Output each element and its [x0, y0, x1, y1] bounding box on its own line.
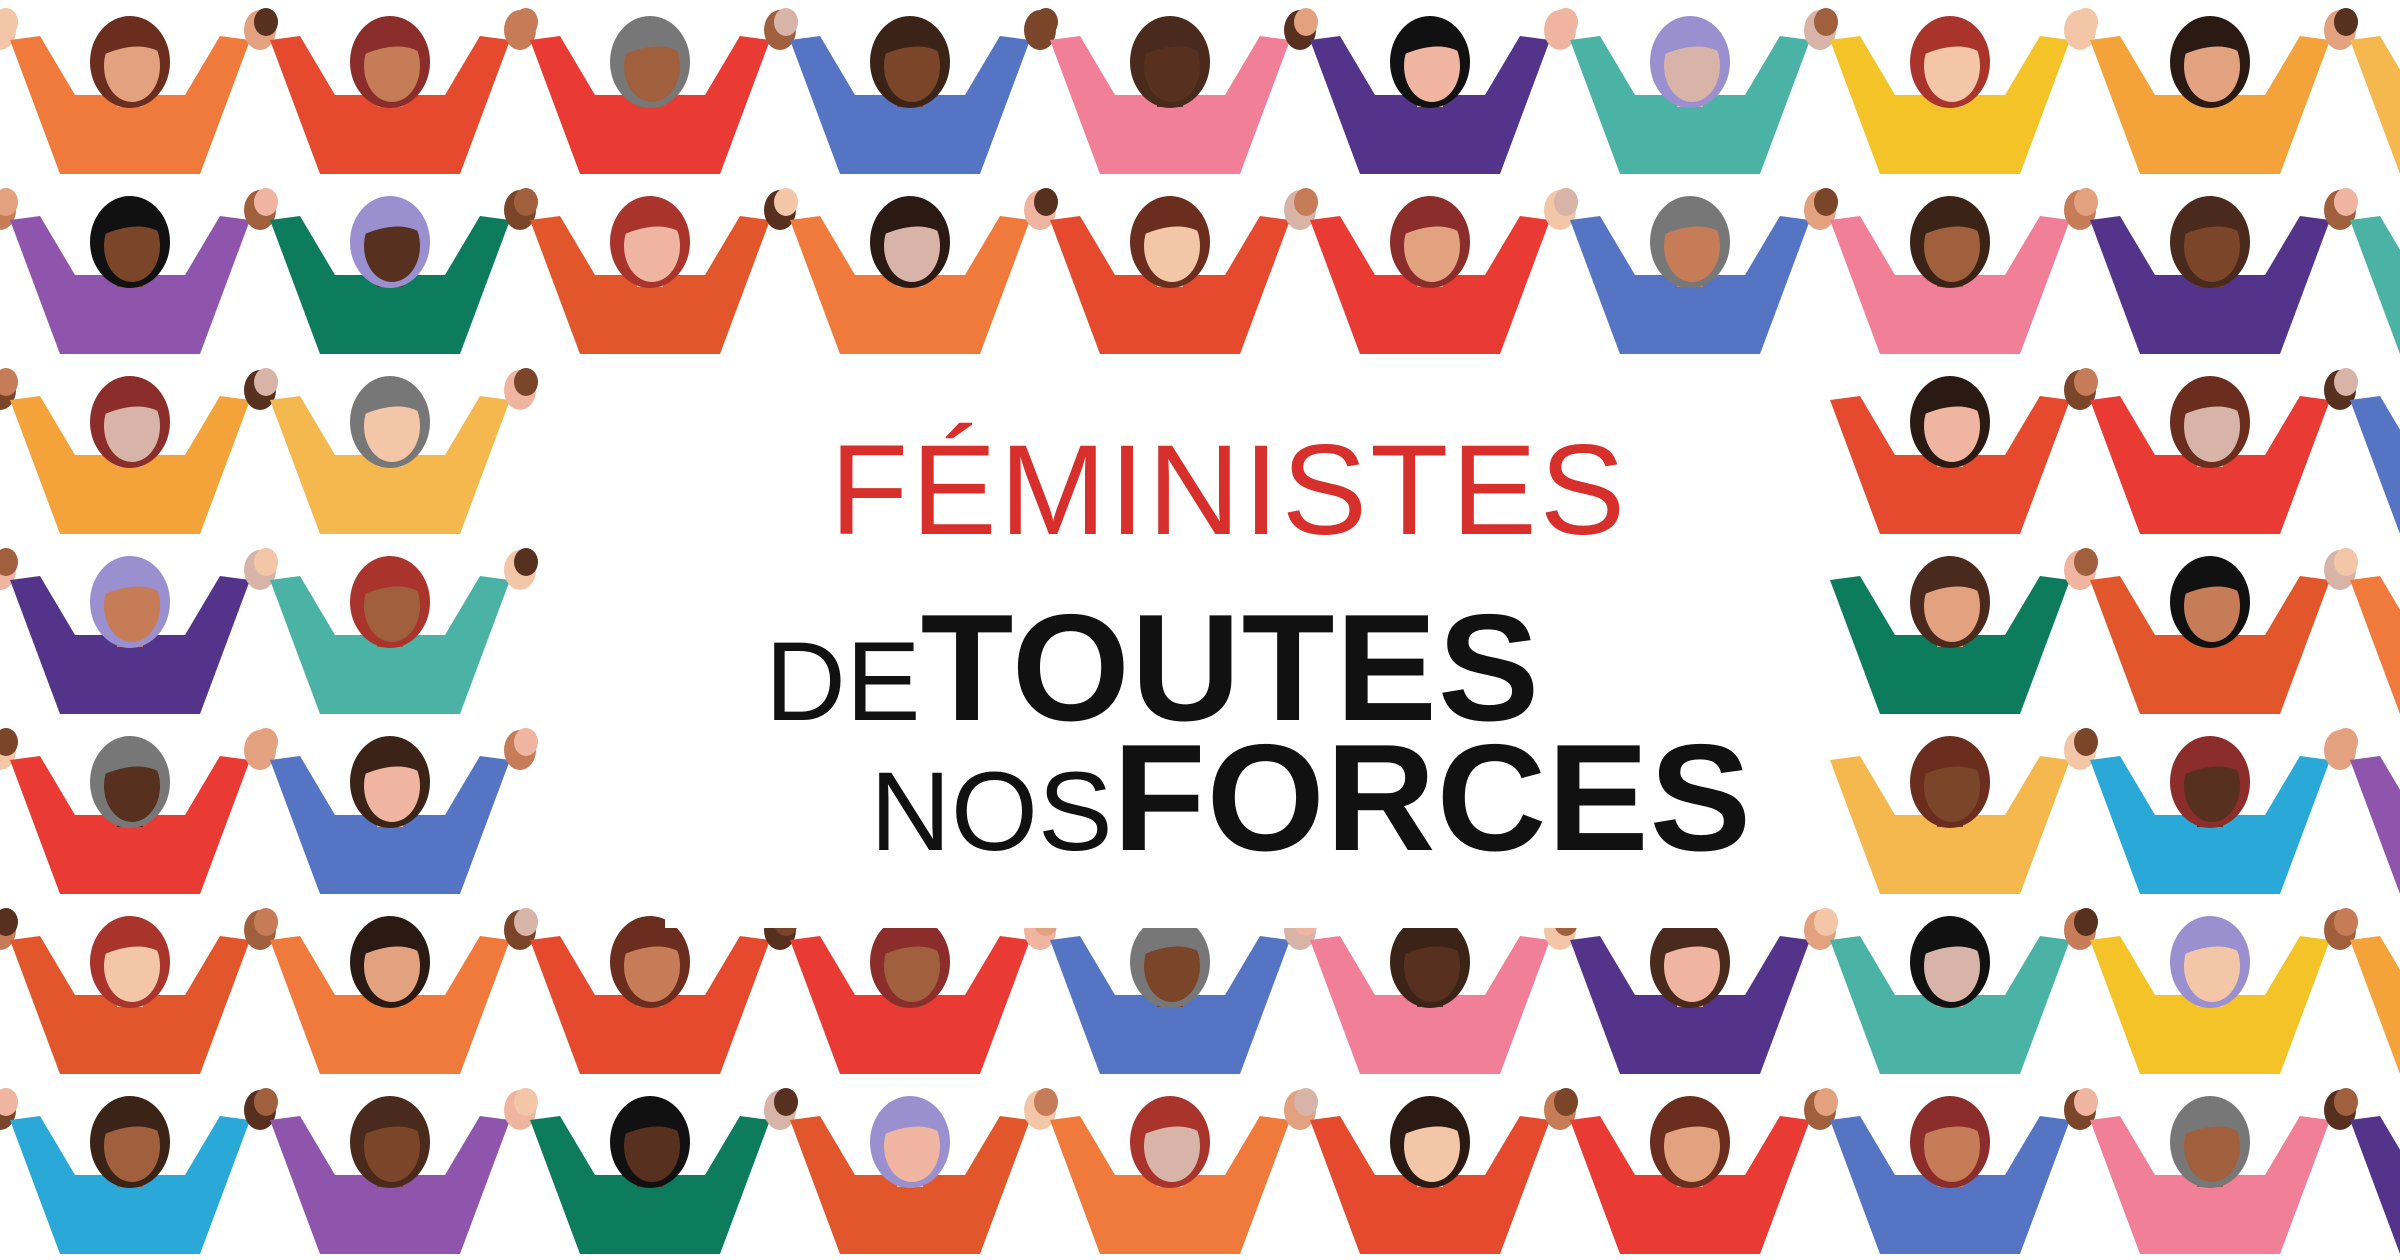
woman-figure-icon: [2350, 216, 2400, 354]
woman-figure-icon: [1830, 1096, 2070, 1254]
woman-figure-icon: [2090, 916, 2330, 1074]
woman-figure-icon: [1310, 196, 1550, 354]
woman-figure-icon: [10, 916, 250, 1074]
woman-figure-icon: [530, 1096, 770, 1254]
woman-figure-icon: [1830, 916, 2070, 1074]
woman-figure-icon: [1050, 16, 1290, 174]
woman-figure-icon: [1830, 376, 2070, 534]
woman-figure-icon: [1830, 16, 2070, 174]
woman-figure-icon: [2090, 16, 2330, 174]
joined-hands-icon: [504, 548, 538, 590]
woman-figure-icon: [10, 16, 250, 174]
woman-figure-icon: [1570, 16, 1810, 174]
title-feministes: FÉMINISTES: [830, 419, 1629, 562]
woman-figure-icon: [10, 736, 250, 894]
woman-figure-icon: [1830, 736, 2070, 894]
woman-figure-icon: [10, 556, 250, 714]
woman-figure-icon: [1570, 1096, 1810, 1254]
title-nos-forces: NOSFORCES: [870, 722, 1752, 874]
woman-figure-icon: [2350, 1116, 2400, 1254]
poster: FÉMINISTES DETOUTES NOSFORCES: [0, 0, 2400, 1260]
woman-figure-icon: [1570, 196, 1810, 354]
woman-figure-icon: [790, 916, 1030, 1074]
title-forces: FORCES: [1112, 713, 1753, 883]
woman-figure-icon: [2090, 1096, 2330, 1254]
woman-figure-icon: [530, 916, 770, 1074]
joined-hands-icon: [504, 368, 538, 410]
woman-figure-icon: [530, 16, 770, 174]
woman-figure-icon: [2090, 196, 2330, 354]
woman-figure-icon: [2350, 396, 2400, 534]
woman-figure-icon: [10, 376, 250, 534]
woman-figure-icon: [2350, 36, 2400, 174]
title-nos: NOS: [870, 749, 1113, 874]
woman-figure-icon: [270, 16, 510, 174]
woman-figure-icon: [790, 1096, 1030, 1254]
woman-figure-icon: [1310, 1096, 1550, 1254]
woman-figure-icon: [2090, 376, 2330, 534]
woman-figure-icon: [1050, 916, 1290, 1074]
woman-figure-icon: [2350, 936, 2400, 1074]
woman-figure-icon: [790, 16, 1030, 174]
title-panel: FÉMINISTES DETOUTES NOSFORCES: [665, 372, 1751, 928]
woman-figure-icon: [270, 196, 510, 354]
woman-figure-icon: [270, 916, 510, 1074]
woman-figure-icon: [530, 196, 770, 354]
woman-figure-icon: [1310, 16, 1550, 174]
woman-figure-icon: [270, 1096, 510, 1254]
woman-figure-icon: [1570, 916, 1810, 1074]
woman-figure-icon: [2090, 736, 2330, 894]
woman-figure-icon: [790, 196, 1030, 354]
woman-figure-icon: [10, 1096, 250, 1254]
woman-figure-icon: [270, 376, 510, 534]
woman-figure-icon: [1830, 556, 2070, 714]
woman-figure-icon: [10, 196, 250, 354]
woman-figure-icon: [270, 556, 510, 714]
woman-figure-icon: [2350, 756, 2400, 894]
joined-hands-icon: [504, 728, 538, 770]
woman-figure-icon: [1830, 196, 2070, 354]
woman-figure-icon: [270, 736, 510, 894]
woman-figure-icon: [2350, 576, 2400, 714]
woman-figure-icon: [2090, 556, 2330, 714]
woman-figure-icon: [1050, 196, 1290, 354]
woman-figure-icon: [1050, 1096, 1290, 1254]
woman-figure-icon: [1310, 916, 1550, 1074]
